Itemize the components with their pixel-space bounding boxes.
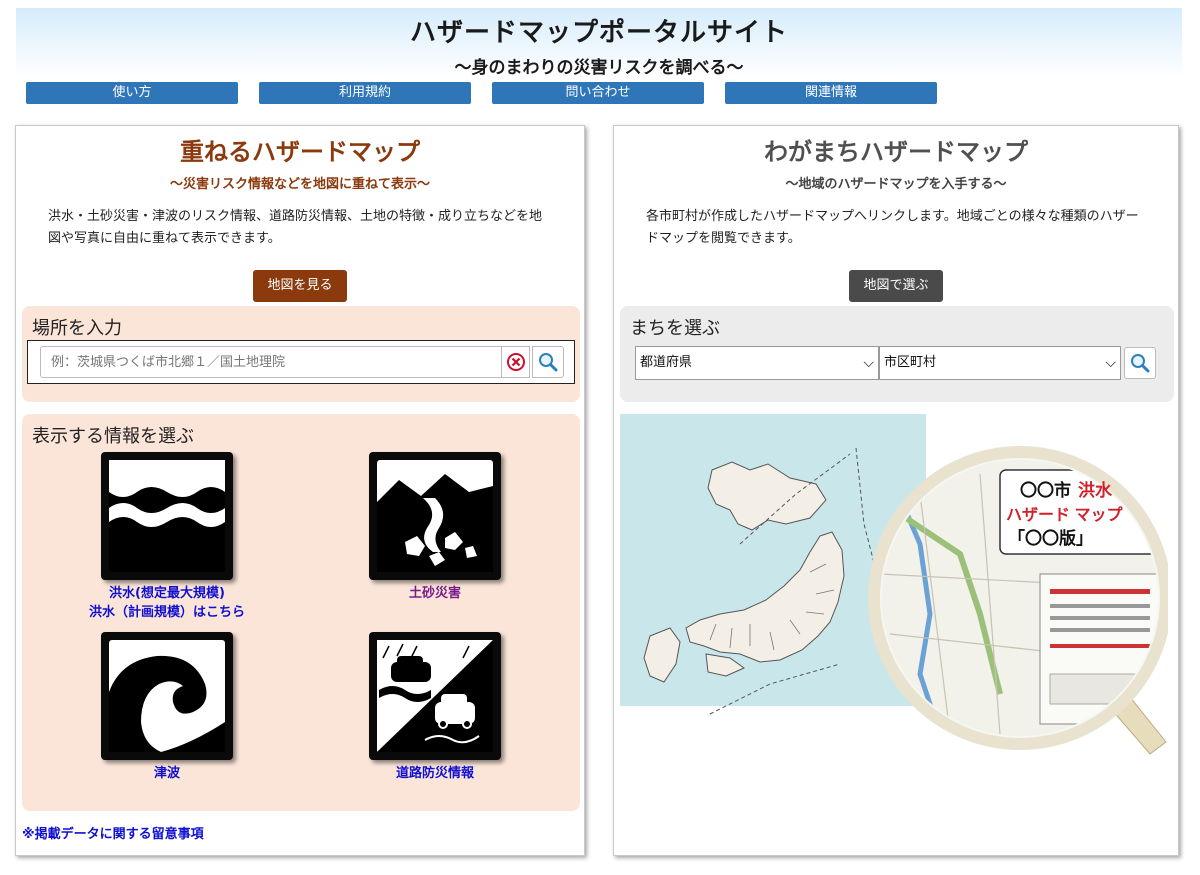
- overlay-hazard-map-panel: 重ねるハザードマップ ～災害リスク情報などを地図に重ねて表示～ 洪水・土砂災害・…: [15, 125, 585, 856]
- road-disaster-label[interactable]: 道路防災情報: [340, 764, 530, 783]
- search-icon: [1131, 354, 1150, 373]
- panel-subtitle: ～地域のハザードマップを入手する～: [785, 177, 1007, 192]
- data-notes-link[interactable]: ※掲載データに関する留意事項: [22, 823, 204, 842]
- flood-max-label[interactable]: 洪水(想定最大規模): [72, 584, 262, 603]
- town-search-button[interactable]: [1124, 347, 1156, 379]
- japan-map-image[interactable]: 〇〇市 洪水 ハザード マップ 「〇〇版」: [620, 414, 1172, 764]
- location-search-title: 場所を入力: [32, 318, 122, 339]
- magnifier-hazard-map-text: ハザード マップ: [1006, 505, 1123, 524]
- chevron-down-icon: ⌵: [863, 355, 874, 371]
- panel-title: わがまちハザードマップ: [764, 138, 1028, 166]
- nav-bar: 使い方 利用規約 問い合わせ 関連情報: [26, 82, 937, 104]
- clear-search-button[interactable]: [502, 346, 530, 378]
- nav-usage-button[interactable]: 使い方: [26, 82, 238, 104]
- city-select-value: 市区町村: [884, 355, 937, 370]
- town-select-box: まちを選ぶ 都道府県 ⌵ 市区町村 ⌵: [620, 306, 1174, 402]
- search-icon: [539, 353, 558, 372]
- nav-contact-button[interactable]: 問い合わせ: [492, 82, 704, 104]
- road-disaster-icon: [369, 632, 501, 760]
- info-select-title: 表示する情報を選ぶ: [32, 426, 194, 447]
- search-button[interactable]: [532, 346, 564, 378]
- landslide-tile[interactable]: 土砂災害: [340, 452, 530, 603]
- nav-terms-button[interactable]: 利用規約: [259, 82, 471, 104]
- prefecture-select-value: 都道府県: [640, 355, 693, 370]
- panel-subtitle: ～災害リスク情報などを地図に重ねて表示～: [169, 177, 430, 192]
- tsunami-icon: [101, 632, 233, 760]
- prefecture-select[interactable]: 都道府県 ⌵: [635, 346, 879, 380]
- town-select-title: まちを選ぶ: [630, 318, 720, 339]
- landslide-icon: [369, 452, 501, 580]
- flood-planned-link[interactable]: 洪水（計画規模）はこちら: [42, 603, 292, 622]
- city-select[interactable]: 市区町村 ⌵: [879, 346, 1121, 380]
- magnifier-flood-text: 洪水: [1078, 480, 1113, 500]
- site-title: ハザードマップポータルサイト: [409, 18, 788, 48]
- site-subtitle: ～身のまわりの災害リスクを調べる～: [454, 58, 744, 78]
- search-bar: [27, 340, 575, 384]
- magnifier-edition-text: 「〇〇版」: [1008, 528, 1093, 548]
- clear-icon: [506, 353, 525, 371]
- nav-related-button[interactable]: 関連情報: [725, 82, 937, 104]
- info-select-box: 表示する情報を選ぶ 洪水(想定最大規模) 洪水（計画規模）はこちら 土砂災害 津…: [22, 414, 580, 811]
- magnifier-city-text: 〇〇市: [1020, 480, 1071, 500]
- tsunami-tile[interactable]: 津波: [72, 632, 262, 783]
- panel-title: 重ねるハザードマップ: [180, 138, 420, 166]
- view-map-button[interactable]: 地図を見る: [253, 270, 347, 302]
- panel-description: 各市町村が作成したハザードマップへリンクします。地域ごとの様々な種類のハザードマ…: [646, 209, 1139, 246]
- site-header: ハザードマップポータルサイト ～身のまわりの災害リスクを調べる～: [16, 8, 1182, 78]
- panel-description: 洪水・土砂災害・津波のリスク情報、道路防災情報、土地の特徴・成り立ちなどを地図や…: [48, 209, 543, 246]
- flood-icon: [101, 452, 233, 580]
- road-disaster-tile[interactable]: 道路防災情報: [340, 632, 530, 783]
- location-search-input[interactable]: [40, 346, 502, 378]
- chevron-down-icon: ⌵: [1105, 355, 1116, 371]
- local-hazard-map-panel: わがまちハザードマップ ～地域のハザードマップを入手する～ 各市町村が作成したハ…: [613, 125, 1179, 856]
- location-search-box: 場所を入力: [22, 306, 580, 402]
- landslide-label[interactable]: 土砂災害: [340, 584, 530, 603]
- flood-tile[interactable]: 洪水(想定最大規模) 洪水（計画規模）はこちら: [72, 452, 262, 622]
- tsunami-label[interactable]: 津波: [72, 764, 262, 783]
- select-on-map-button[interactable]: 地図で選ぶ: [849, 270, 943, 302]
